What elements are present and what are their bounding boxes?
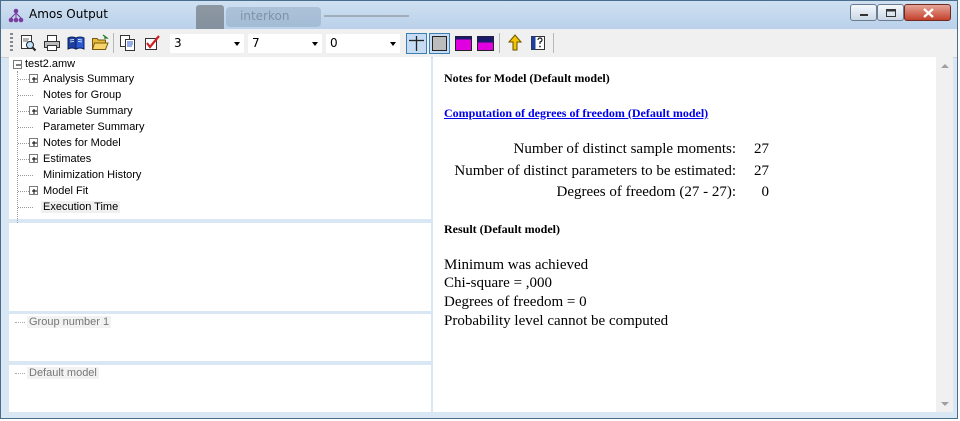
group-pane: Group number 1 — [9, 314, 431, 361]
amos-output-window: Amos Output interkon 3 7 0 test2.amw Ana… — [0, 0, 958, 419]
navigation-tree: test2.amw Analysis Summary Notes for Gro… — [9, 57, 431, 223]
table-grid-icon — [409, 36, 424, 51]
tree-item-label: Variable Summary — [43, 105, 133, 117]
model-pane: Default model — [9, 365, 431, 412]
close-button[interactable] — [904, 4, 951, 21]
toolbar-separator — [113, 33, 114, 53]
chevron-down-icon[interactable] — [234, 42, 240, 46]
output-heading: Notes for Model (Default model) — [444, 71, 610, 85]
dof-row-label: Degrees of freedom (27 - 27): — [556, 184, 736, 200]
result-line: Chi-square = ,000 — [444, 275, 553, 291]
help-book-icon[interactable] — [529, 34, 547, 52]
copy-icon[interactable] — [119, 34, 137, 52]
result-line: Degrees of freedom = 0 — [444, 294, 587, 310]
dof-computation-link[interactable]: Computation of degrees of freedom (Defau… — [444, 106, 708, 121]
dof-row: Degrees of freedom (27 - 27): 0 — [433, 184, 936, 202]
toolbar-grip[interactable] — [10, 33, 13, 53]
magenta-window-icon — [455, 36, 472, 51]
tree-item-label: Notes for Group — [43, 89, 122, 101]
column-width-combo-value: 7 — [252, 36, 260, 50]
column-width-combo[interactable]: 7 — [248, 34, 322, 53]
expand-icon[interactable] — [29, 186, 38, 195]
tree-item-parameter-summary[interactable]: Parameter Summary — [9, 120, 209, 136]
tree-item-label: Minimization History — [43, 169, 142, 181]
magenta-window-button[interactable] — [453, 33, 474, 54]
open-book-icon[interactable] — [67, 34, 85, 52]
minimize-button[interactable] — [850, 4, 877, 21]
chevron-down-icon[interactable] — [312, 42, 318, 46]
model-item-label: Default model — [27, 367, 99, 379]
magenta-window-dark-icon — [477, 36, 494, 51]
tree-item-notes-for-group[interactable]: Notes for Group — [9, 88, 209, 104]
dof-row-value: 27 — [754, 163, 769, 179]
dof-row-label: Number of distinct parameters to be esti… — [454, 163, 736, 179]
dof-row-label: Number of distinct sample moments: — [513, 141, 736, 157]
background-tab-label: interkon — [240, 9, 290, 23]
expand-icon[interactable] — [29, 154, 38, 163]
print-icon[interactable] — [43, 34, 61, 52]
window-title: Amos Output — [29, 7, 108, 21]
columns-combo[interactable]: 0 — [326, 34, 400, 53]
vertical-scrollbar[interactable] — [936, 57, 953, 412]
tree-root-label: test2.amw — [25, 58, 76, 70]
tree-item-analysis-summary[interactable]: Analysis Summary — [9, 72, 209, 88]
group-list-item[interactable]: Group number 1 — [15, 316, 112, 328]
dof-row: Number of distinct sample moments: 27 — [433, 141, 936, 159]
dof-row: Number of distinct parameters to be esti… — [433, 163, 936, 181]
tree-item-variable-summary[interactable]: Variable Summary — [9, 104, 209, 120]
tree-item-label: Estimates — [43, 153, 92, 165]
toolbar-separator — [499, 33, 500, 53]
scroll-up-arrow-icon[interactable] — [941, 64, 949, 68]
columns-combo-value: 0 — [330, 36, 338, 50]
title-bar[interactable]: Amos Output interkon — [1, 1, 957, 29]
tree-item-estimates[interactable]: Estimates — [9, 152, 209, 168]
tree-item-model-fit[interactable]: Model Fit — [9, 184, 209, 200]
maximize-button[interactable] — [877, 4, 904, 21]
decimals-combo-value: 3 — [174, 36, 182, 50]
tree-item-label: Notes for Model — [43, 137, 121, 149]
tree-item-label: Parameter Summary — [43, 121, 145, 133]
dof-row-value: 27 — [754, 141, 769, 157]
open-folder-icon[interactable] — [91, 34, 109, 52]
print-preview-icon[interactable] — [19, 34, 37, 52]
dof-row-value: 0 — [761, 184, 770, 200]
tree-item-minimization-history[interactable]: Minimization History — [9, 168, 209, 184]
toolbar-separator — [553, 33, 554, 53]
expand-icon[interactable] — [29, 74, 38, 83]
result-line: Probability level cannot be computed — [444, 313, 669, 329]
result-heading: Result (Default model) — [444, 222, 560, 236]
up-arrow-icon[interactable] — [506, 34, 524, 52]
tree-item-execution-time[interactable]: Execution Time — [9, 200, 209, 216]
checkmark-icon[interactable] — [143, 34, 161, 52]
chevron-down-icon[interactable] — [390, 42, 396, 46]
collapse-icon[interactable] — [13, 60, 22, 69]
expand-icon[interactable] — [29, 138, 38, 147]
table-box-toggle[interactable] — [429, 33, 450, 54]
tree-item-label: Model Fit — [43, 185, 89, 197]
table-box-icon — [432, 36, 447, 51]
tree-item-label: Analysis Summary — [43, 73, 135, 85]
result-line: Minimum was achieved — [444, 257, 589, 273]
output-pane: Notes for Model (Default model) Computat… — [433, 57, 936, 412]
group-item-label: Group number 1 — [27, 316, 112, 328]
empty-pane — [9, 223, 431, 311]
magenta-window-dark-button[interactable] — [475, 33, 496, 54]
background-window-ghost: interkon — [196, 1, 411, 29]
table-grid-toggle[interactable] — [406, 33, 427, 54]
model-list-item[interactable]: Default model — [15, 367, 99, 379]
amos-app-icon — [8, 8, 24, 23]
tree-item-label: Execution Time — [41, 201, 121, 213]
tree-item-notes-for-model[interactable]: Notes for Model — [9, 136, 209, 152]
toolbar: 3 7 0 — [1, 29, 957, 58]
decimals-combo[interactable]: 3 — [170, 34, 244, 53]
scroll-down-arrow-icon[interactable] — [941, 402, 949, 406]
expand-icon[interactable] — [29, 106, 38, 115]
